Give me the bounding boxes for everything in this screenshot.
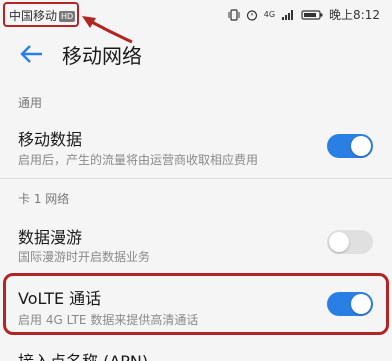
data-roaming-toggle[interactable] bbox=[327, 230, 373, 254]
status-icons: 4G 晚上8:12 bbox=[228, 6, 380, 23]
page-title: 移动网络 bbox=[62, 44, 142, 68]
network-type-label: 4G bbox=[263, 9, 276, 19]
toggle-knob bbox=[351, 136, 371, 156]
section-header-card1: 卡 1 网络 bbox=[18, 192, 70, 206]
toggle-knob bbox=[329, 232, 349, 252]
clock: 晚上8:12 bbox=[329, 8, 380, 22]
section-header-general: 通用 bbox=[18, 96, 43, 110]
battery-icon bbox=[301, 9, 323, 20]
apn-title: 接入点名称 (APN) bbox=[18, 348, 148, 361]
back-arrow-icon[interactable] bbox=[18, 40, 46, 68]
mobile-data-toggle[interactable] bbox=[327, 134, 373, 158]
mobile-data-title: 移动数据 bbox=[18, 130, 83, 149]
divider bbox=[0, 178, 392, 179]
data-roaming-subtitle: 国际漫游时开启数据业务 bbox=[18, 250, 151, 264]
status-bar: 中国移动 HD 4G 晚上8:12 bbox=[0, 0, 392, 32]
data-roaming-title: 数据漫游 bbox=[18, 228, 83, 247]
vibrate-icon bbox=[228, 8, 240, 21]
signal-icon bbox=[282, 9, 294, 20]
mobile-data-subtitle: 启用后，产生的流量将由运营商收取相应费用 bbox=[18, 153, 259, 167]
app-toolbar: 移动网络 bbox=[0, 32, 392, 80]
carrier-highlight-box bbox=[3, 2, 79, 27]
volte-highlight-box bbox=[3, 273, 389, 335]
alarm-icon bbox=[246, 9, 257, 21]
